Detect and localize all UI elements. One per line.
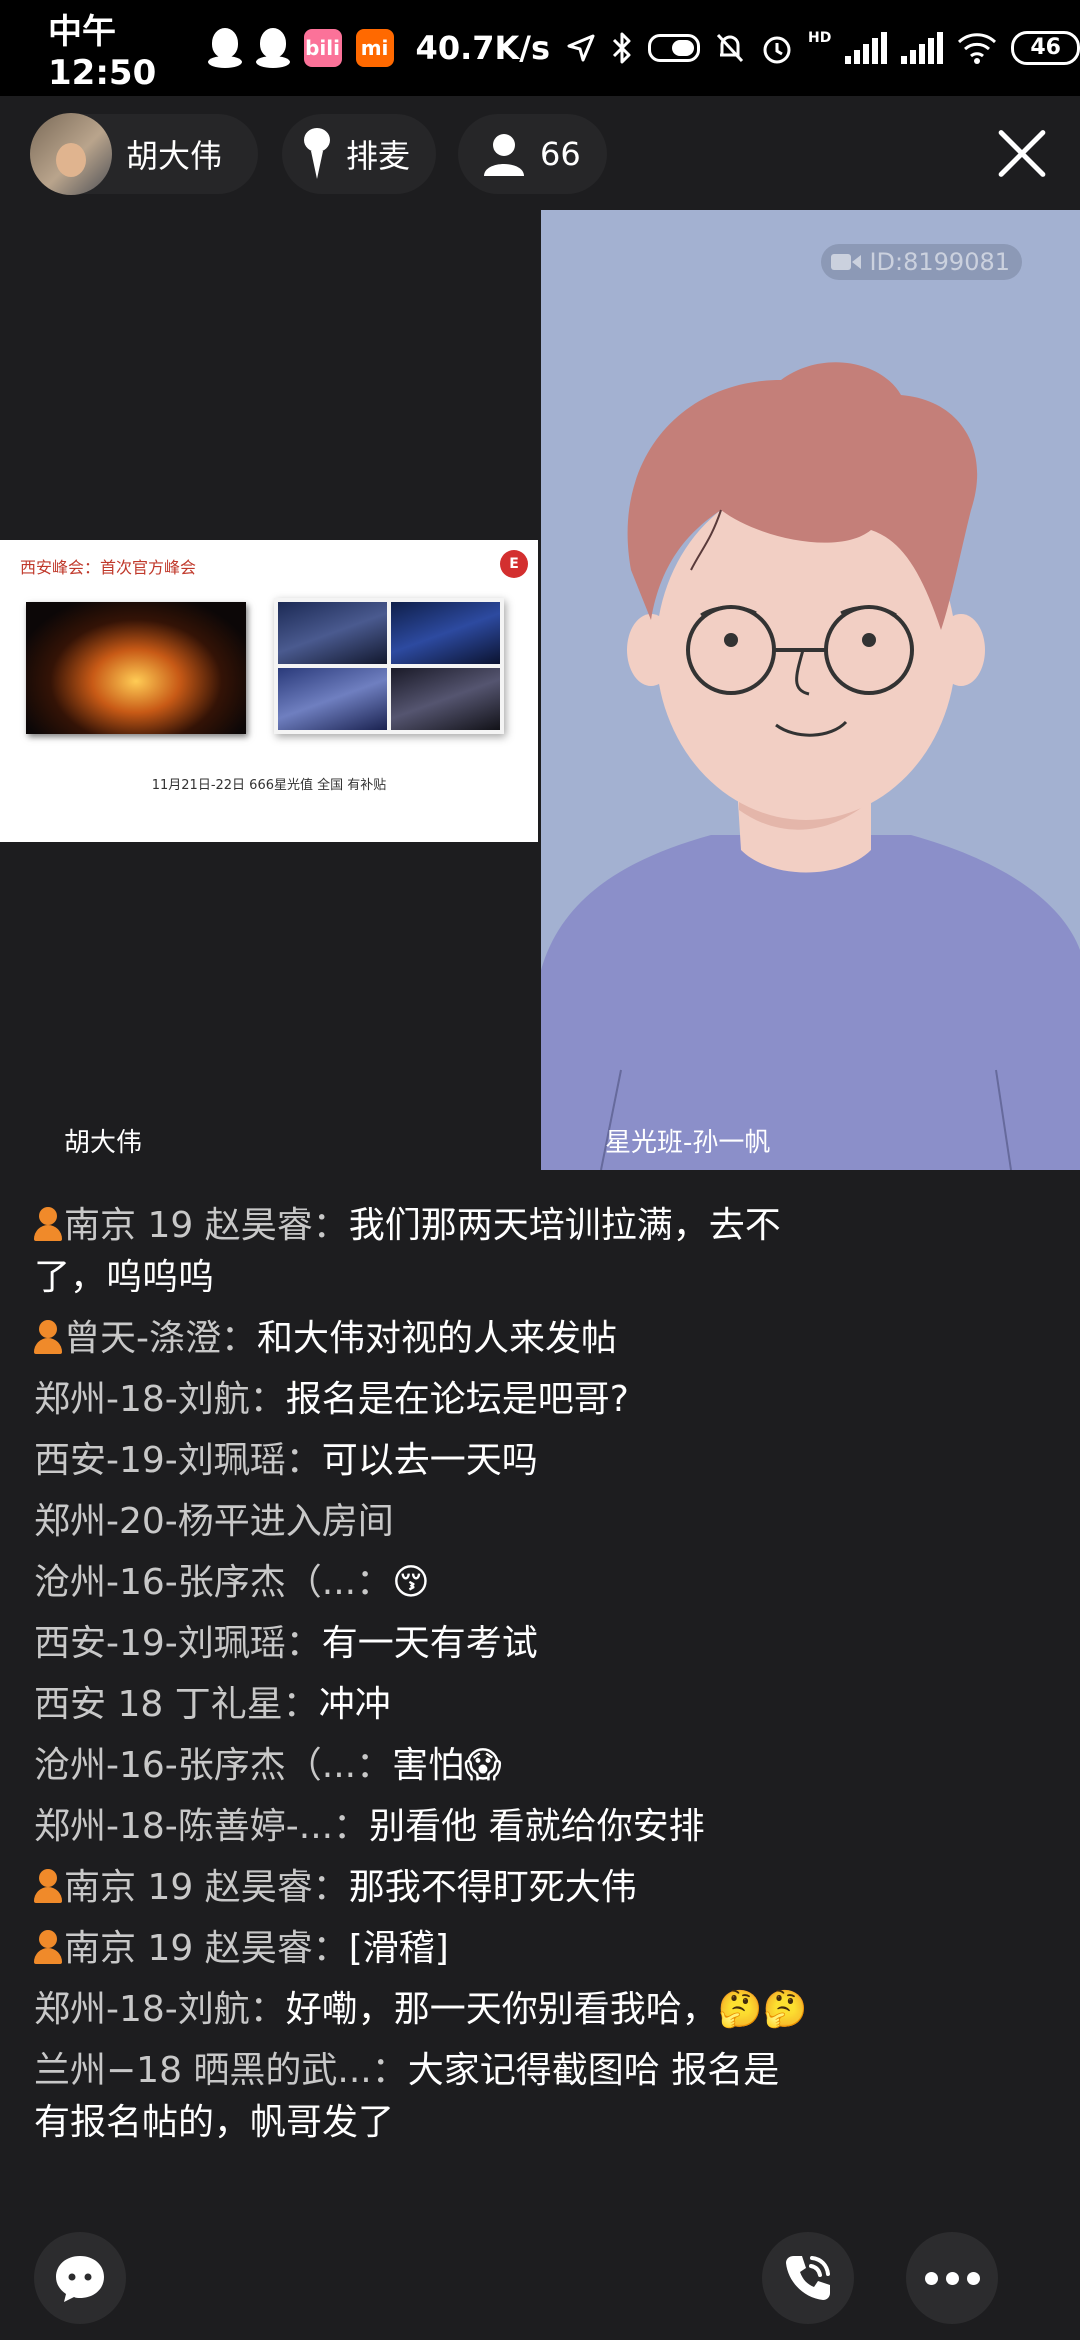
chat-nickname[interactable]: 南京 19 赵昊睿：: [64, 1205, 349, 1246]
alarm-icon: [763, 36, 791, 64]
chat-nickname[interactable]: 郑州-18-刘航：: [34, 1989, 286, 2030]
chat-message: 兰州−18 晒黑的武...：大家记得截图哈 报名是有报名帖的，帆哥发了: [34, 2045, 814, 2149]
battery-indicator: 46: [1011, 31, 1080, 65]
bluetooth-icon: [612, 32, 631, 64]
chat-nickname[interactable]: 南京 19 赵昊睿：: [64, 1928, 349, 1969]
chat-nickname[interactable]: 西安-19-刘珮瑶：: [34, 1440, 322, 1481]
bell-tower-photo: [26, 602, 246, 734]
chat-messages[interactable]: 南京 19 赵昊睿：我们那两天培训拉满，去不了，呜呜呜曾天-涤澄：和大伟对视的人…: [34, 1200, 814, 2158]
hd-label: HD: [808, 30, 832, 46]
chat-text: 😚: [392, 1562, 430, 1603]
chat-nickname[interactable]: 兰州−18 晒黑的武...：: [34, 2050, 408, 2091]
chat-nickname[interactable]: 曾天-涤澄：: [64, 1318, 257, 1359]
vip-user-icon: [34, 1207, 62, 1241]
chat-text: 好嘞，那一天你别看我哈，🤔🤔: [285, 1989, 808, 2030]
chat-nickname[interactable]: 郑州-18-刘航：: [34, 1379, 286, 1420]
chat-text: 别看他 看就给你安排: [369, 1806, 705, 1847]
chat-message: 郑州-18-刘航：好嘞，那一天你别看我哈，🤔🤔: [34, 1984, 814, 2036]
room-header: 胡大伟 排麦 66: [0, 96, 1080, 214]
chat-text: 有一天有考试: [321, 1623, 538, 1664]
host-name: 胡大伟: [126, 137, 223, 175]
notification-icons: bili mi: [207, 28, 394, 68]
wifi-icon: [958, 33, 997, 64]
slide-title: 西安峰会：首次官方峰会: [20, 558, 197, 577]
chat-nickname[interactable]: 西安 18 丁礼星：: [34, 1684, 319, 1725]
chat-nickname[interactable]: 沧州-16-张序杰（...：: [34, 1562, 392, 1603]
chat-nickname[interactable]: 郑州-18-陈善婷-...：: [34, 1806, 369, 1847]
chat-text: 那我不得盯死大伟: [348, 1867, 637, 1908]
slide-footer: 11月21日-22日 666星光值 全国 有补贴: [151, 778, 387, 793]
summit-photo-collage: [274, 598, 504, 734]
chat-message: 郑州-18-陈善婷-...：别看他 看就给你安排: [34, 1801, 814, 1853]
vip-user-icon: [34, 1320, 62, 1354]
chat-nickname[interactable]: 南京 19 赵昊睿：: [64, 1867, 349, 1908]
guest-video[interactable]: ID:8199081 星光班-孙一帆: [541, 210, 1080, 1170]
chat-message: 西安 18 丁礼星：冲冲: [34, 1679, 814, 1731]
qq-icon: [207, 28, 242, 68]
person-icon: [484, 134, 524, 176]
slide-logo: E: [500, 550, 528, 578]
system-icons: HD 46: [566, 30, 1080, 65]
chat-nickname[interactable]: 西安-19-刘珮瑶：: [34, 1623, 322, 1664]
chat-nickname[interactable]: 沧州-16-张序杰（...：: [34, 1745, 392, 1786]
chat-bubble-icon: [56, 2256, 104, 2302]
chat-message: 西安-19-刘珮瑶：有一天有考试: [34, 1618, 814, 1670]
more-icon: [924, 2271, 980, 2285]
call-button[interactable]: [762, 2232, 854, 2324]
chat-message: 南京 19 赵昊睿：我们那两天培训拉满，去不了，呜呜呜: [34, 1200, 814, 1304]
status-time: 中午12:50: [48, 11, 157, 93]
chat-nickname[interactable]: 郑州-20-杨平进入房间: [34, 1501, 394, 1542]
host-video[interactable]: 西安峰会：首次官方峰会 E 11月21日-22日 666星光值 全国 有补贴: [0, 210, 540, 1170]
chat-message: 郑州-20-杨平进入房间: [34, 1496, 814, 1548]
vip-user-icon: [34, 1930, 62, 1964]
signal-icon: [845, 32, 888, 64]
chat-message: 南京 19 赵昊睿：那我不得盯死大伟: [34, 1862, 814, 1914]
toggle-icon: [648, 34, 701, 62]
chat-text: 和大伟对视的人来发帖: [257, 1318, 618, 1359]
chat-button[interactable]: [34, 2232, 126, 2324]
chat-message: 曾天-涤澄：和大伟对视的人来发帖: [34, 1313, 814, 1365]
chat-text: 可以去一天吗: [321, 1440, 538, 1481]
shared-slide: 西安峰会：首次官方峰会 E 11月21日-22日 666星光值 全国 有补贴: [0, 540, 538, 842]
cartoon-avatar-illustration: [541, 362, 1080, 1170]
microphone-icon: [304, 128, 330, 179]
host-avatar: [30, 113, 112, 195]
bilibili-icon: bili: [303, 29, 342, 67]
chat-text: 报名是在论坛是吧哥?: [285, 1379, 629, 1420]
mic-queue-button[interactable]: 排麦: [282, 114, 437, 194]
signal-icon: [901, 32, 944, 64]
chat-message: 沧州-16-张序杰（...：😚: [34, 1557, 814, 1609]
viewer-count-button[interactable]: 66: [458, 114, 607, 194]
location-icon: [567, 34, 595, 62]
chat-message: 西安-19-刘珮瑶：可以去一天吗: [34, 1435, 814, 1487]
chat-message: 郑州-18-刘航：报名是在论坛是吧哥?: [34, 1374, 814, 1426]
chat-message: 南京 19 赵昊睿：[滑稽]: [34, 1923, 814, 1975]
guest-video-name: 星光班-孙一帆: [605, 1128, 771, 1158]
mic-queue-label: 排麦: [346, 137, 411, 175]
host-info[interactable]: 胡大伟: [30, 113, 259, 195]
close-button[interactable]: [994, 126, 1050, 182]
chat-text: 害怕😱: [392, 1745, 502, 1786]
chat-message: 沧州-16-张序杰（...：害怕😱: [34, 1740, 814, 1792]
mute-bell-icon: [716, 33, 744, 63]
host-video-name: 胡大伟: [64, 1128, 143, 1158]
chat-text: [滑稽]: [348, 1928, 449, 1969]
qq-icon: [255, 28, 290, 68]
phone-call-icon: [786, 2256, 830, 2300]
mi-icon: mi: [355, 29, 394, 67]
viewer-count: 66: [540, 135, 581, 173]
vip-user-icon: [34, 1869, 62, 1903]
network-speed: 40.7K/s: [415, 29, 551, 67]
chat-text: 冲冲: [318, 1684, 391, 1725]
more-button[interactable]: [906, 2232, 998, 2324]
status-bar: 中午12:50 bili mi 40.7K/s HD 46: [0, 0, 1080, 96]
